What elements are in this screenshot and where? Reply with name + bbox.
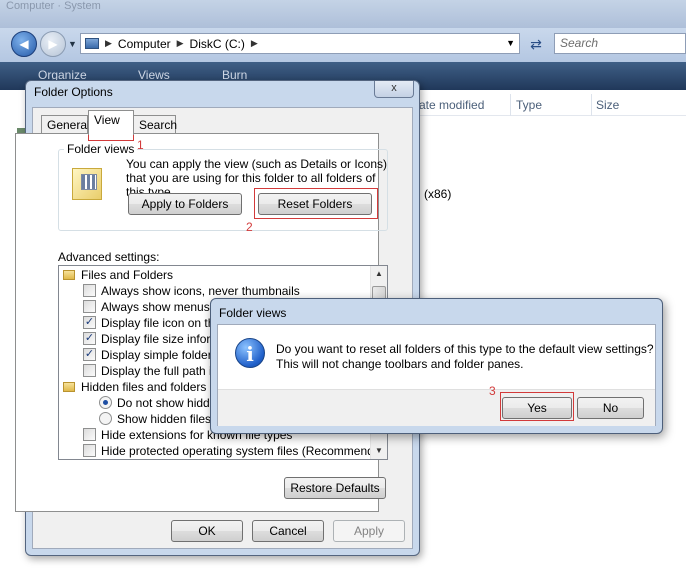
dialog-title: Folder Options (34, 85, 113, 99)
annotation-number-1: 1 (137, 138, 144, 152)
tab-search[interactable]: Search (133, 115, 177, 135)
file-list-item[interactable]: (x86) (424, 187, 451, 201)
computer-icon (85, 38, 99, 49)
folder-icon (63, 270, 75, 280)
close-button[interactable]: x (374, 81, 414, 98)
advanced-settings-label: Advanced settings: (58, 250, 160, 264)
annotation-box-3 (500, 392, 574, 421)
confirm-message: Do you want to reset all folders of this… (276, 342, 656, 372)
advanced-setting-label: Hidden files and folders (81, 380, 207, 394)
checkbox[interactable]: ✓ (83, 348, 96, 361)
arrow-left-icon: ◀ (19, 37, 29, 51)
information-icon: i (235, 338, 265, 368)
checkbox[interactable] (83, 444, 96, 457)
arrow-right-icon: ▶ (48, 37, 58, 51)
checkbox[interactable]: ✓ (83, 316, 96, 329)
explorer-titlebar: Computer · System (0, 0, 686, 28)
chevron-right-icon[interactable]: ▶ (177, 38, 184, 49)
breadcrumb-computer[interactable]: Computer (118, 37, 171, 51)
advanced-setting-label: Always show icons, never thumbnails (101, 284, 300, 298)
no-button[interactable]: No (577, 397, 644, 419)
close-icon: x (391, 82, 397, 94)
address-bar[interactable]: ▶ Computer ▶ DiskC (C:) ▶ ▼ (80, 33, 520, 54)
advanced-setting-label: Files and Folders (81, 268, 174, 282)
refresh-button[interactable]: ⇄ (526, 34, 546, 54)
checkbox[interactable] (83, 300, 96, 313)
radio-button[interactable] (99, 396, 112, 409)
advanced-setting-label: Do not show hidden (117, 396, 224, 410)
forward-button[interactable]: ▶ (40, 31, 66, 57)
radio-button[interactable] (99, 412, 112, 425)
scroll-up-icon[interactable]: ▲ (371, 266, 387, 282)
column-date-modified[interactable]: ate modified (419, 98, 484, 112)
ok-button[interactable]: OK (171, 520, 243, 542)
tab-general[interactable]: General (41, 115, 90, 135)
apply-button[interactable]: Apply (333, 520, 405, 542)
back-button[interactable]: ◀ (11, 31, 37, 57)
annotation-number-2: 2 (246, 220, 253, 234)
address-dropdown-icon[interactable]: ▼ (506, 38, 515, 48)
advanced-setting-label: Always show menus (101, 300, 210, 314)
breadcrumb-diskc[interactable]: DiskC (C:) (190, 37, 245, 51)
annotation-number-3: 3 (489, 384, 496, 398)
column-divider[interactable] (591, 94, 592, 116)
checkbox[interactable] (83, 428, 96, 441)
annotation-box-2 (254, 188, 378, 219)
confirm-message-line-1: Do you want to reset all folders of this… (276, 342, 654, 356)
column-type[interactable]: Type (516, 98, 542, 112)
restore-defaults-button[interactable]: Restore Defaults (284, 477, 386, 499)
folder-views-icon (72, 168, 102, 200)
apply-to-folders-button[interactable]: Apply to Folders (128, 193, 242, 215)
refresh-icon: ⇄ (530, 36, 542, 52)
scroll-down-icon[interactable]: ▼ (371, 443, 387, 459)
checkbox[interactable] (83, 364, 96, 377)
chevron-right-icon[interactable]: ▶ (251, 38, 258, 49)
confirm-message-line-2: This will not change toolbars and folder… (276, 357, 524, 371)
advanced-setting-label: Hide protected operating system files (R… (101, 444, 388, 458)
folder-icon (63, 382, 75, 392)
recent-pages-dropdown-icon[interactable]: ▼ (68, 39, 77, 49)
folder-views-label: Folder views (64, 142, 138, 156)
confirm-dialog-title: Folder views (219, 306, 287, 320)
explorer-title: Computer · System (6, 0, 101, 12)
column-divider[interactable] (510, 94, 511, 116)
advanced-setting-label: Show hidden files a (117, 412, 222, 426)
checkbox[interactable] (83, 284, 96, 297)
checkbox[interactable]: ✓ (83, 332, 96, 345)
search-input[interactable]: Search (554, 33, 686, 54)
column-size[interactable]: Size (596, 98, 619, 112)
chevron-right-icon[interactable]: ▶ (105, 38, 112, 49)
tab-view[interactable]: View (88, 110, 134, 135)
cancel-button[interactable]: Cancel (252, 520, 324, 542)
